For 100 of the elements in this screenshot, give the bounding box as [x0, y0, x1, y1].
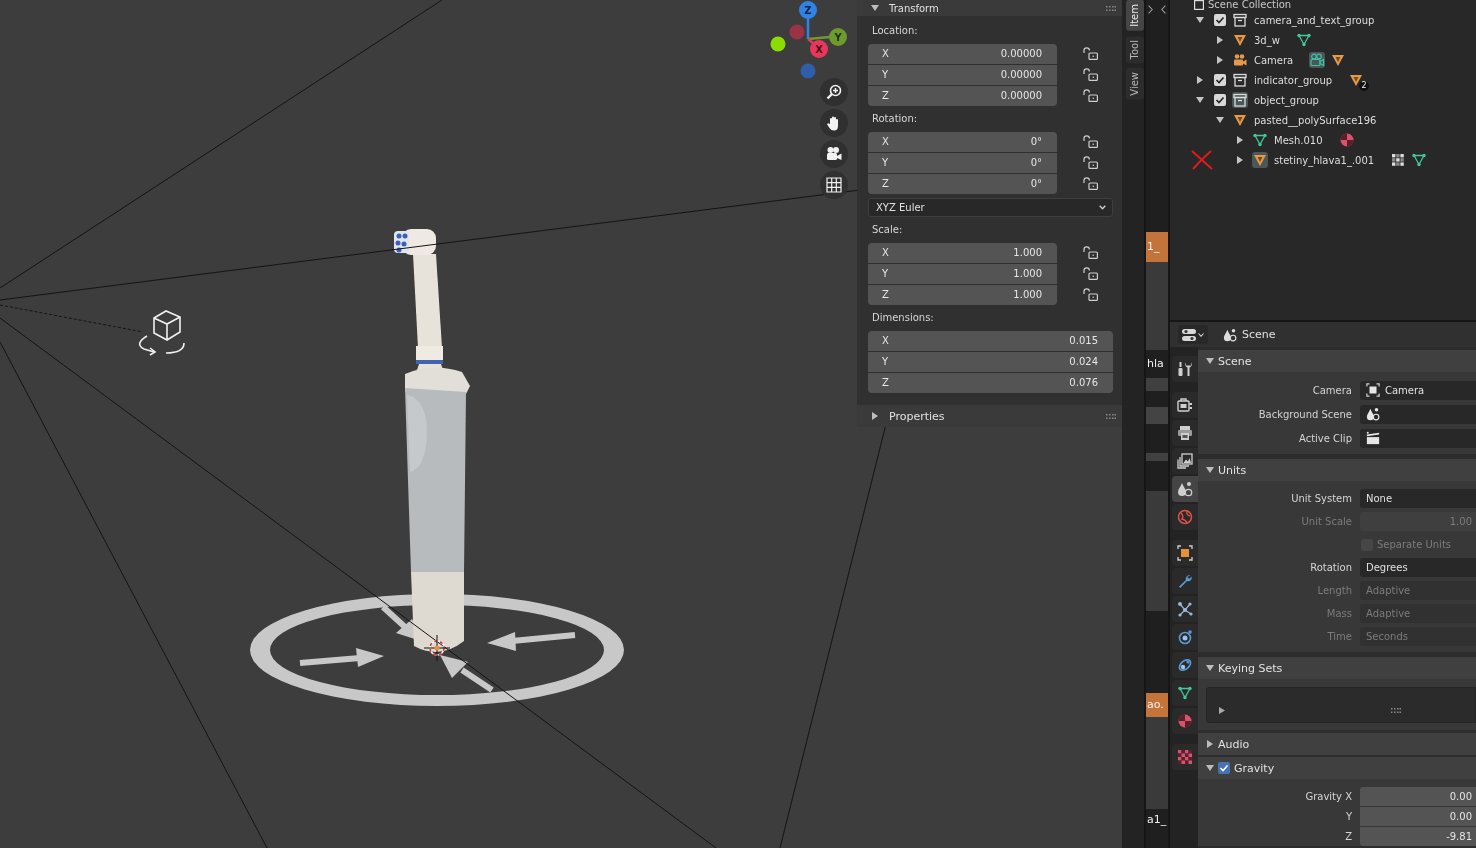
- number-field[interactable]: Y 0.024: [868, 351, 1113, 372]
- field-label: Time: [1327, 631, 1352, 642]
- number-field[interactable]: Y 0°: [868, 152, 1057, 173]
- properties-tab[interactable]: [1172, 448, 1198, 474]
- data-picker-field[interactable]: [1360, 404, 1476, 424]
- disclosure-triangle-icon[interactable]: [1196, 76, 1204, 84]
- panel-header[interactable]: Gravity: [1198, 757, 1476, 779]
- axis-x-handle[interactable]: X: [807, 38, 828, 58]
- outliner-item[interactable]: Camera: [1254, 54, 1294, 66]
- pan-button[interactable]: [820, 109, 848, 137]
- disclosure-triangle-icon[interactable]: [1216, 56, 1224, 64]
- drag-grip-icon[interactable]: [1106, 413, 1116, 419]
- number-field[interactable]: X 0.00000: [868, 43, 1057, 64]
- properties-tab[interactable]: [1172, 596, 1198, 622]
- number-field[interactable]: Y 1.000: [868, 263, 1057, 284]
- sidebar-tab[interactable]: Tool: [1126, 35, 1144, 64]
- outliner-item[interactable]: 3d_w: [1254, 34, 1280, 46]
- properties-tab[interactable]: [1172, 356, 1198, 382]
- track-block: [1146, 453, 1168, 461]
- context-label[interactable]: Scene: [1242, 328, 1276, 341]
- number-field[interactable]: Z 1.000: [868, 284, 1057, 305]
- padlock-icon[interactable]: [1083, 89, 1098, 102]
- outliner-item[interactable]: Mesh.010: [1274, 134, 1323, 146]
- properties-tab[interactable]: [1172, 652, 1198, 678]
- dropdown-field[interactable]: None: [1360, 489, 1476, 508]
- outliner-item[interactable]: pasted__polySurface196: [1254, 114, 1377, 126]
- outliner-item[interactable]: indicator_group: [1254, 74, 1333, 86]
- disclosure-triangle-icon[interactable]: [1236, 156, 1244, 164]
- properties-tab[interactable]: [1172, 568, 1198, 594]
- properties-panel-header[interactable]: Properties: [857, 405, 1122, 427]
- data-picker-field[interactable]: Camera: [1360, 380, 1476, 400]
- panel-header[interactable]: Audio: [1198, 733, 1476, 755]
- number-field[interactable]: -9.81: [1360, 826, 1476, 846]
- camera-view-button[interactable]: [820, 140, 848, 168]
- sidebar-tab[interactable]: View: [1126, 68, 1144, 100]
- axis-neg-x-handle[interactable]: [789, 24, 805, 40]
- disclosure-triangle-icon[interactable]: [1196, 16, 1204, 24]
- properties-tab[interactable]: [1172, 624, 1198, 650]
- dropdown-field[interactable]: Degrees: [1360, 558, 1476, 577]
- checkbox[interactable]: [1214, 74, 1226, 86]
- disclosure-triangle-icon[interactable]: [1216, 116, 1224, 124]
- field-label: Active Clip: [1299, 432, 1352, 444]
- disclosure-triangle-icon[interactable]: [1196, 96, 1204, 104]
- resize-grip-icon[interactable]: [1391, 708, 1401, 713]
- number-field[interactable]: 0.00: [1360, 806, 1476, 826]
- properties-tab[interactable]: [1172, 680, 1198, 706]
- strip-label[interactable]: hla: [1146, 352, 1168, 376]
- axis-neg-y-handle[interactable]: [770, 36, 786, 52]
- properties-tab[interactable]: [1172, 476, 1198, 502]
- padlock-icon[interactable]: [1083, 156, 1098, 169]
- camera-back-icon: [1177, 397, 1193, 413]
- zoom-in-icon: [826, 84, 842, 100]
- number-field[interactable]: 0.00: [1360, 786, 1476, 806]
- zoom-button[interactable]: [820, 78, 848, 106]
- padlock-icon[interactable]: [1083, 177, 1098, 190]
- sidebar-tab[interactable]: Item: [1126, 0, 1144, 31]
- properties-tab[interactable]: [1172, 420, 1198, 446]
- number-field[interactable]: Z 0.076: [868, 372, 1113, 393]
- axis-neg-z-handle[interactable]: [800, 63, 816, 79]
- triangle-icon[interactable]: [1219, 707, 1225, 714]
- padlock-icon[interactable]: [1083, 47, 1098, 60]
- checkbox[interactable]: [1214, 14, 1226, 26]
- padlock-icon[interactable]: [1083, 135, 1098, 148]
- padlock-icon[interactable]: [1083, 246, 1098, 259]
- panel-header[interactable]: Units: [1198, 459, 1476, 481]
- properties-tab[interactable]: [1172, 540, 1198, 566]
- number-field[interactable]: X 1.000: [868, 242, 1057, 263]
- properties-tab[interactable]: [1172, 392, 1198, 418]
- chevron-left-icon[interactable]: [1161, 4, 1166, 14]
- data-picker-field[interactable]: [1360, 428, 1476, 448]
- outliner-item[interactable]: Scene Collection: [1208, 0, 1292, 10]
- outliner-item[interactable]: stetiny_hlava1_.001: [1274, 154, 1375, 166]
- number-field[interactable]: Z 0°: [868, 173, 1057, 194]
- editor-type-button[interactable]: [1178, 325, 1208, 344]
- number-field[interactable]: Z 0.00000: [868, 85, 1057, 106]
- chevron-right-icon[interactable]: [1148, 4, 1153, 14]
- transform-panel-header[interactable]: Transform: [857, 0, 1122, 16]
- panel-header[interactable]: Scene: [1198, 350, 1476, 372]
- disclosure-triangle-icon[interactable]: [1216, 36, 1224, 44]
- movie-camera-icon: [826, 146, 842, 162]
- checkbox[interactable]: [1214, 94, 1226, 106]
- outliner-item[interactable]: object_group: [1254, 94, 1319, 106]
- axis-z-handle[interactable]: Z: [799, 1, 817, 39]
- strip-label[interactable]: a1_: [1146, 809, 1168, 831]
- drag-grip-icon[interactable]: [1106, 5, 1116, 11]
- number-field[interactable]: X 0°: [868, 131, 1057, 152]
- number-field[interactable]: X 0.015: [868, 330, 1113, 351]
- padlock-icon[interactable]: [1083, 267, 1098, 280]
- cube-rotate-icon[interactable]: [138, 310, 185, 356]
- grid-view-button[interactable]: [820, 171, 848, 199]
- checkbox[interactable]: [1218, 762, 1230, 774]
- field-label: Length: [1317, 585, 1352, 596]
- panel-header[interactable]: Keying Sets: [1198, 657, 1476, 679]
- padlock-icon[interactable]: [1083, 288, 1098, 301]
- disclosure-triangle-icon[interactable]: [1236, 136, 1244, 144]
- outliner-item[interactable]: camera_and_text_group: [1254, 14, 1375, 26]
- rotation-mode-dropdown[interactable]: XYZ Euler: [868, 198, 1113, 217]
- padlock-icon[interactable]: [1083, 68, 1098, 81]
- field-label: Unit Scale: [1301, 516, 1352, 527]
- number-field[interactable]: Y 0.00000: [868, 64, 1057, 85]
